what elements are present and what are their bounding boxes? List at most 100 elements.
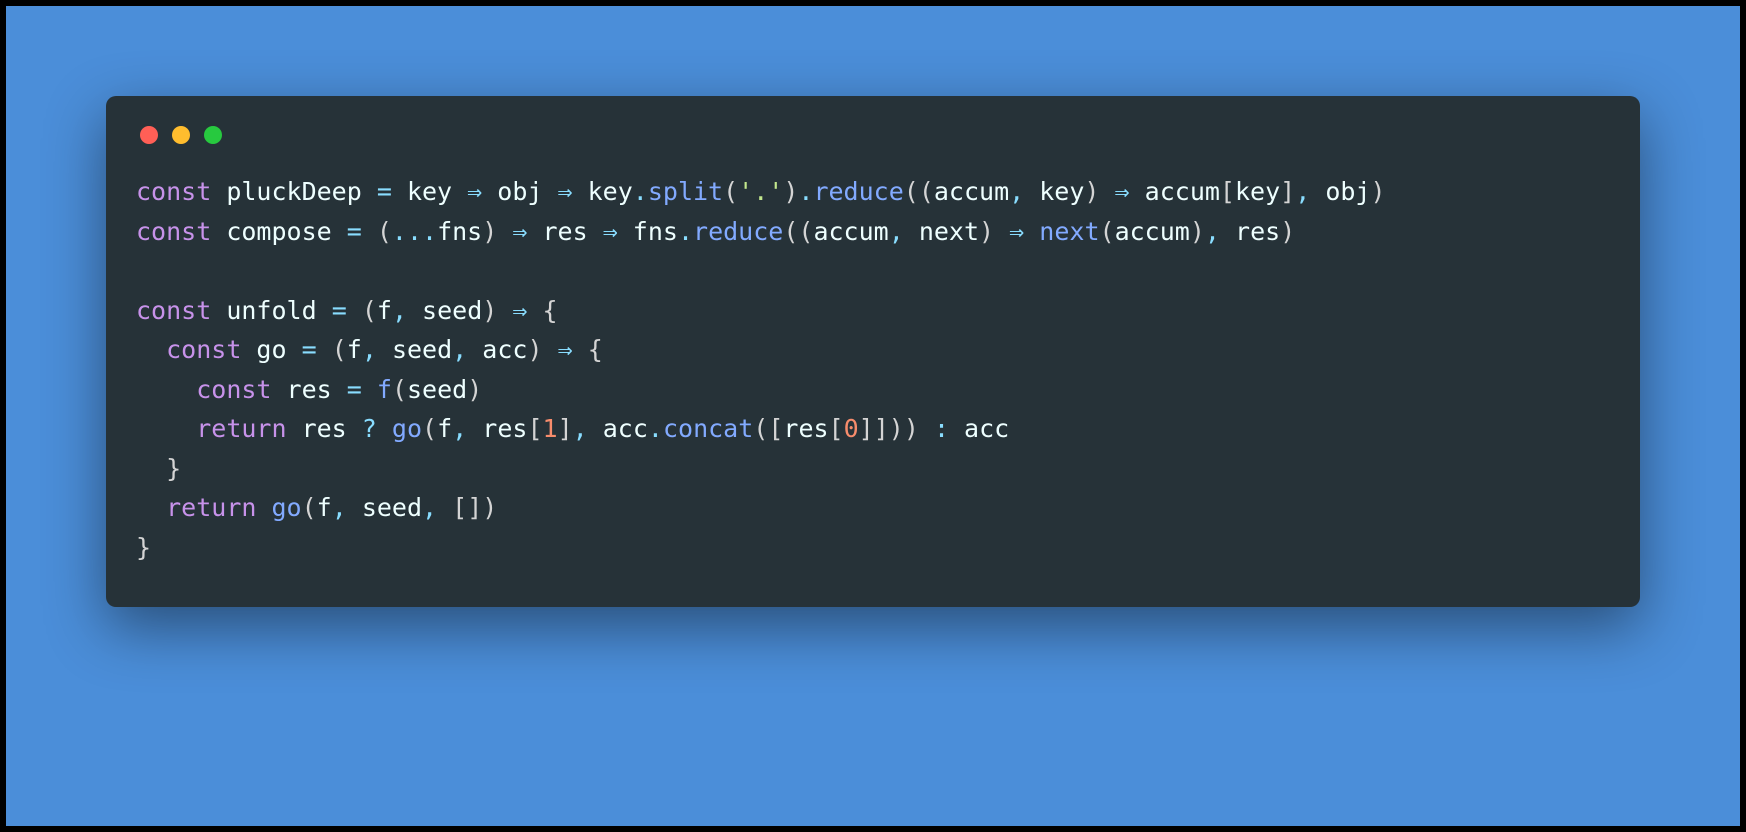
- code-token: const: [166, 335, 241, 364]
- code-token: seed: [377, 335, 452, 364]
- canvas-background: const pluckDeep = key ⇒ obj ⇒ key.split (…: [6, 6, 1740, 826]
- code-token: obj: [482, 177, 557, 206]
- code-token: [497, 217, 512, 246]
- code-token: reduce: [813, 177, 903, 206]
- code-token: ,: [422, 493, 437, 522]
- code-token: f: [377, 296, 392, 325]
- code-token: ): [482, 217, 497, 246]
- code-token: fns: [618, 217, 678, 246]
- code-token: res: [527, 217, 602, 246]
- code-token: go: [392, 414, 422, 443]
- code-token: [1024, 217, 1039, 246]
- code-token: ((: [783, 217, 813, 246]
- code-token: return: [166, 493, 256, 522]
- code-token: const: [136, 177, 211, 206]
- code-token: f: [347, 335, 362, 364]
- code-token: next: [1039, 217, 1099, 246]
- code-token: res: [467, 414, 527, 443]
- code-token: .: [633, 177, 648, 206]
- code-token: key: [1235, 177, 1280, 206]
- code-token: 1: [543, 414, 558, 443]
- code-token: ,: [1205, 217, 1220, 246]
- code-token: concat: [663, 414, 753, 443]
- code-content: const pluckDeep = key ⇒ obj ⇒ key.split (…: [136, 172, 1610, 567]
- code-token: f: [437, 414, 452, 443]
- code-token: ): [1084, 177, 1099, 206]
- code-token: (: [362, 296, 377, 325]
- code-token: [: [829, 414, 844, 443]
- code-token: [317, 335, 332, 364]
- code-token: acc: [467, 335, 527, 364]
- code-token: [136, 414, 196, 443]
- code-token: [256, 493, 271, 522]
- code-token: const: [136, 217, 211, 246]
- window-close-dot[interactable]: [140, 126, 158, 144]
- code-token: }: [166, 454, 181, 483]
- code-token: obj: [1310, 177, 1370, 206]
- code-token: (: [422, 414, 437, 443]
- code-token: seed: [407, 296, 482, 325]
- code-token: ⇒: [467, 177, 482, 206]
- code-token: ,: [573, 414, 588, 443]
- code-token: [: [527, 414, 542, 443]
- code-token: ): [467, 375, 482, 404]
- code-token: [362, 375, 377, 404]
- code-token: ): [1190, 217, 1205, 246]
- code-token: ([: [753, 414, 783, 443]
- code-token: (: [392, 375, 407, 404]
- code-token: key: [392, 177, 467, 206]
- code-token: accum: [1130, 177, 1220, 206]
- code-token: (: [1100, 217, 1115, 246]
- code-token: (: [377, 217, 392, 246]
- code-token: go: [271, 493, 301, 522]
- code-token: ]])): [859, 414, 934, 443]
- code-token: ,: [889, 217, 904, 246]
- code-token: ((: [904, 177, 934, 206]
- code-token: accum: [1115, 217, 1190, 246]
- code-token: ,: [362, 335, 377, 364]
- code-token: reduce: [693, 217, 783, 246]
- code-token: res: [287, 414, 362, 443]
- code-token: res: [271, 375, 346, 404]
- code-token: [347, 296, 362, 325]
- code-token: unfold: [211, 296, 331, 325]
- code-token: ,: [392, 296, 407, 325]
- code-token: acc: [949, 414, 1009, 443]
- code-token: ): [1280, 217, 1295, 246]
- code-token: =: [302, 335, 317, 364]
- code-token: [136, 335, 166, 364]
- code-token: ⇒: [1009, 217, 1024, 246]
- code-token: next: [904, 217, 979, 246]
- code-token: [136, 493, 166, 522]
- code-token: f: [377, 375, 392, 404]
- code-token: ): [482, 296, 497, 325]
- code-token: ⇒: [1115, 177, 1130, 206]
- code-token: ⇒: [512, 296, 527, 325]
- code-token: ]: [1280, 177, 1295, 206]
- code-token: ⇒: [558, 177, 573, 206]
- code-token: ...: [392, 217, 437, 246]
- code-token: [573, 335, 588, 364]
- code-token: const: [136, 296, 211, 325]
- code-token: ): [1370, 177, 1385, 206]
- code-token: [994, 217, 1009, 246]
- code-token: [497, 296, 512, 325]
- window-minimize-dot[interactable]: [172, 126, 190, 144]
- code-token: accum: [813, 217, 888, 246]
- code-token: '.': [738, 177, 783, 206]
- code-token: }: [136, 533, 151, 562]
- code-token: [136, 454, 166, 483]
- code-token: acc: [588, 414, 648, 443]
- code-token: ,: [1295, 177, 1310, 206]
- code-token: split: [648, 177, 723, 206]
- code-token: ,: [452, 335, 467, 364]
- code-token: (: [302, 493, 317, 522]
- code-token: ⇒: [512, 217, 527, 246]
- code-token: [437, 493, 452, 522]
- code-token: [362, 217, 377, 246]
- window-zoom-dot[interactable]: [204, 126, 222, 144]
- code-token: ,: [1009, 177, 1024, 206]
- code-token: [136, 375, 196, 404]
- code-token: pluckDeep: [211, 177, 377, 206]
- code-token: :: [934, 414, 949, 443]
